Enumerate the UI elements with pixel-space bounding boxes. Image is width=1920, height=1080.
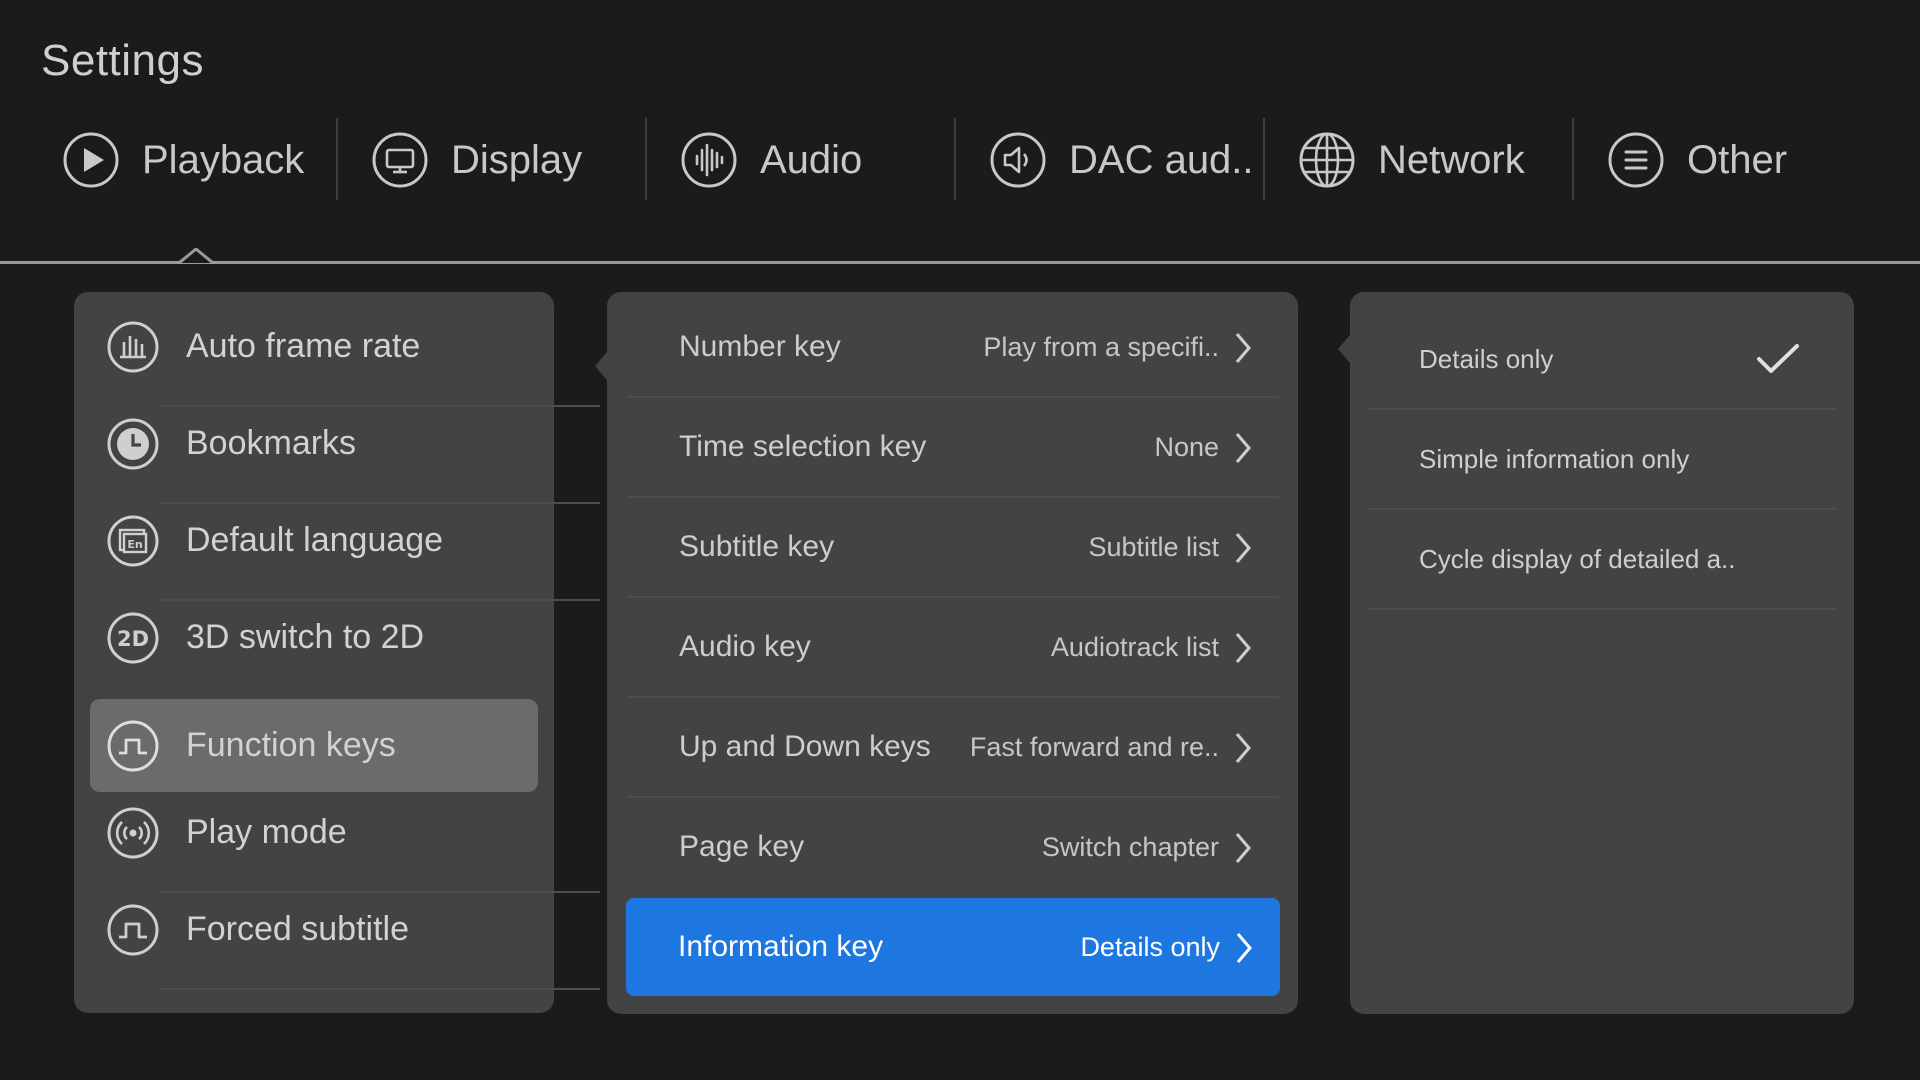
- option-label: Details only: [1419, 343, 1554, 374]
- key-value: Subtitle list: [1088, 531, 1219, 562]
- monitor-icon: [371, 131, 429, 189]
- panel-pointer: [1338, 335, 1350, 363]
- tab-underline: [0, 261, 1920, 264]
- menu-item-default-language[interactable]: En Default language: [90, 494, 538, 587]
- menu-item-bookmarks[interactable]: Bookmarks: [90, 397, 538, 490]
- menu-icon: [1607, 131, 1665, 189]
- key-value: Fast forward and re..: [969, 731, 1219, 762]
- tab-dac-audio[interactable]: DAC aud..: [989, 118, 1254, 202]
- divider: [160, 988, 600, 990]
- key-value: Audiotrack list: [1050, 631, 1219, 662]
- menu-item-forced-subtitle[interactable]: Forced subtitle: [90, 883, 538, 976]
- panel-pointer: [595, 352, 607, 380]
- menu-item-play-mode[interactable]: Play mode: [90, 786, 538, 879]
- function-key-up-down[interactable]: Up and Down keys Fast forward and re..: [627, 698, 1279, 796]
- key-label: Page key: [679, 830, 805, 863]
- tab-label: Display: [451, 137, 583, 182]
- function-key-information[interactable]: Information key Details only: [626, 898, 1280, 996]
- tab-divider: [336, 118, 338, 200]
- function-key-subtitle[interactable]: Subtitle key Subtitle list: [627, 498, 1279, 596]
- 2d-icon: 2D: [106, 611, 160, 665]
- key-value: Play from a specifi..: [983, 331, 1219, 362]
- key-label: Time selection key: [679, 430, 927, 463]
- key-value: None: [1154, 431, 1219, 462]
- tab-divider: [645, 118, 647, 200]
- language-icon: En: [106, 514, 160, 568]
- option-cycle-display[interactable]: Cycle display of detailed a..: [1368, 510, 1836, 608]
- chevron-right-icon: [1235, 733, 1251, 763]
- tab-display[interactable]: Display: [371, 118, 582, 202]
- checkmark-icon: [1757, 344, 1799, 373]
- key-label: Audio key: [679, 630, 811, 663]
- active-tab-caret: [179, 248, 213, 264]
- menu-item-label: Function keys: [186, 726, 396, 764]
- menu-item-label: Default language: [186, 521, 444, 559]
- playback-menu-panel: Auto frame rate Bookmarks En Default lan…: [74, 292, 600, 1013]
- tab-label: DAC aud..: [1069, 137, 1254, 182]
- tab-divider: [1263, 118, 1265, 200]
- play-circle-icon: [62, 131, 120, 189]
- information-key-options-panel: Details only Simple information only Cyc…: [1350, 292, 1854, 1014]
- tab-divider: [1572, 118, 1574, 200]
- menu-item-label: 3D switch to 2D: [186, 618, 425, 656]
- function-key-audio[interactable]: Audio key Audiotrack list: [627, 598, 1279, 696]
- function-key-time-selection[interactable]: Time selection key None: [627, 398, 1279, 496]
- divider: [1368, 608, 1836, 610]
- clock-icon: [106, 417, 160, 471]
- bar-chart-icon: [106, 320, 160, 374]
- key-label: Information key: [678, 930, 884, 963]
- key-value: Details only: [1080, 931, 1220, 962]
- option-label: Simple information only: [1419, 443, 1690, 474]
- option-simple-information-only[interactable]: Simple information only: [1368, 410, 1836, 508]
- menu-item-label: Play mode: [186, 813, 347, 851]
- menu-item-3d-switch-to-2d[interactable]: 2D 3D switch to 2D: [90, 591, 538, 684]
- chevron-right-icon: [1235, 833, 1251, 863]
- key-value: Switch chapter: [1041, 831, 1219, 862]
- audio-wave-icon: [680, 131, 738, 189]
- chevron-right-icon: [1236, 933, 1252, 963]
- pulse-icon: [106, 903, 160, 957]
- menu-item-function-keys[interactable]: Function keys: [90, 699, 538, 792]
- tab-other[interactable]: Other: [1607, 118, 1787, 202]
- chevron-right-icon: [1235, 633, 1251, 663]
- tab-divider: [954, 118, 956, 200]
- tab-audio[interactable]: Audio: [680, 118, 862, 202]
- broadcast-icon: [106, 806, 160, 860]
- tab-label: Network: [1378, 137, 1525, 182]
- key-label: Up and Down keys: [679, 730, 931, 763]
- key-label: Number key: [679, 330, 841, 363]
- speaker-icon: [989, 131, 1047, 189]
- key-label: Subtitle key: [679, 530, 835, 563]
- globe-icon: [1298, 131, 1356, 189]
- menu-item-auto-frame-rate[interactable]: Auto frame rate: [90, 300, 538, 393]
- tab-playback[interactable]: Playback: [62, 118, 304, 202]
- page-title: Settings: [41, 36, 204, 85]
- menu-item-label: Auto frame rate: [186, 327, 421, 365]
- chevron-right-icon: [1235, 533, 1251, 563]
- function-key-number[interactable]: Number key Play from a specifi..: [627, 298, 1279, 396]
- tab-label: Audio: [760, 137, 863, 182]
- tab-bar: Playback Display Audio DAC aud.. Network…: [0, 118, 1920, 202]
- function-keys-panel: Number key Play from a specifi.. Time se…: [607, 292, 1298, 1014]
- option-label: Cycle display of detailed a..: [1419, 543, 1736, 574]
- svg-text:En: En: [127, 538, 142, 551]
- tab-label: Playback: [142, 137, 305, 182]
- function-key-page[interactable]: Page key Switch chapter: [627, 798, 1279, 896]
- tab-network[interactable]: Network: [1298, 118, 1525, 202]
- chevron-right-icon: [1235, 433, 1251, 463]
- tab-label: Other: [1687, 137, 1788, 182]
- chevron-right-icon: [1235, 333, 1251, 363]
- menu-item-label: Forced subtitle: [186, 910, 409, 948]
- svg-text:2D: 2D: [117, 627, 149, 651]
- pulse-icon: [106, 719, 160, 773]
- option-details-only[interactable]: Details only: [1368, 310, 1836, 408]
- menu-item-label: Bookmarks: [186, 424, 357, 462]
